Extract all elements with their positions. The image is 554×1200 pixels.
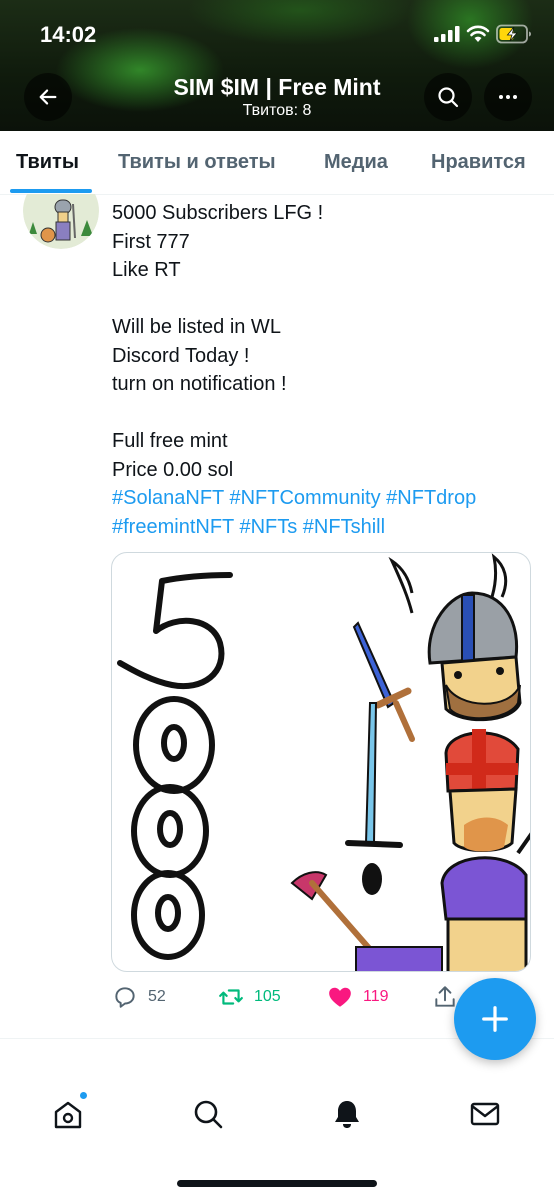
active-tab-indicator — [10, 189, 92, 193]
tab-media[interactable]: Медиа — [324, 151, 388, 174]
tab-tweets[interactable]: Твиты — [16, 151, 79, 174]
signal-icon — [434, 26, 460, 42]
compose-tweet-button[interactable] — [454, 978, 536, 1060]
tweet-count: Твитов: 8 — [242, 102, 312, 119]
like-button[interactable]: 119 — [327, 984, 389, 1010]
share-icon — [435, 986, 455, 1007]
reply-count: 52 — [148, 988, 166, 1005]
retweet-button[interactable]: 105 — [218, 984, 281, 1010]
home-icon[interactable] — [52, 1098, 84, 1130]
tweet-line: 5000 Subscribers LFG ! — [112, 202, 324, 224]
tweet-line — [112, 285, 542, 314]
tweet-line — [112, 399, 542, 428]
avatar[interactable] — [23, 194, 99, 249]
reply-button[interactable]: 52 — [112, 984, 166, 1010]
search-icon — [438, 87, 459, 108]
heart-icon — [329, 987, 351, 1007]
home-indicator — [177, 1180, 377, 1187]
status-bar: 14:02 — [0, 0, 554, 64]
arrow-left-icon — [39, 89, 57, 105]
tab-tweets-replies[interactable]: Твиты и ответы — [118, 151, 276, 174]
wifi-icon — [466, 25, 490, 42]
tweet-line: First 777 — [112, 230, 190, 253]
hashtag-line[interactable]: #SolanaNFT #NFTCommunity #NFTdrop — [112, 484, 542, 513]
search-icon[interactable] — [192, 1098, 224, 1130]
drawing-5000-knights — [117, 553, 530, 971]
search-button[interactable] — [424, 73, 472, 121]
tweet-line: Full free mint — [112, 430, 228, 452]
new-content-dot — [79, 1091, 88, 1100]
status-time: 14:02 — [40, 22, 97, 47]
mail-icon[interactable] — [469, 1098, 501, 1130]
reply-icon — [115, 987, 135, 1008]
like-count: 119 — [363, 988, 389, 1005]
tweet-text: 5000 Subscribers LFG ! First 777 Like RT… — [112, 199, 542, 541]
back-button[interactable] — [24, 73, 72, 121]
battery-charging-icon — [496, 24, 531, 44]
retweet-icon — [219, 989, 243, 1005]
more-button[interactable] — [484, 73, 532, 121]
hashtag-line[interactable]: #freemintNFT #NFTs #NFTshill — [112, 513, 542, 542]
bell-icon[interactable] — [331, 1098, 363, 1130]
tweet-line: Like RT — [112, 259, 181, 281]
next-section-peek — [24, 1063, 234, 1079]
tweet-line: Discord Today ! — [112, 344, 250, 367]
retweet-count: 105 — [254, 988, 281, 1005]
tweet-line: turn on notification ! — [112, 373, 287, 395]
more-icon — [499, 95, 517, 99]
plus-icon — [482, 1006, 508, 1032]
profile-name: SIM $IM | Free Mint — [173, 74, 381, 100]
tweet-media-image[interactable] — [111, 552, 531, 972]
tab-likes[interactable]: Нравится — [431, 151, 526, 174]
tweet-line: Will be listed in WL — [112, 316, 281, 338]
tweet-line: Price 0.00 sol — [112, 458, 234, 481]
profile-tabs: Твиты Твиты и ответы Медиа Нравится — [0, 131, 554, 195]
